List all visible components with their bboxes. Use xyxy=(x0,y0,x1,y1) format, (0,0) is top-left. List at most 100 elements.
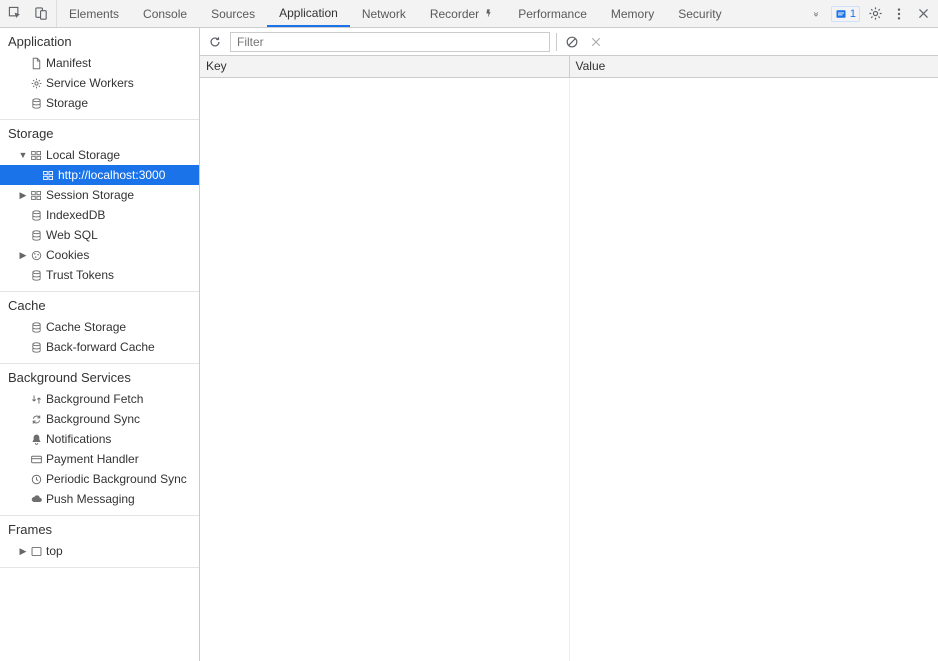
section-title: Background Services xyxy=(0,364,199,389)
tree-item[interactable]: Manifest xyxy=(0,53,199,73)
tab-recorder[interactable]: Recorder xyxy=(418,0,506,27)
device-toggle-icon[interactable] xyxy=(32,5,50,23)
toolbar-separator xyxy=(556,33,557,51)
section-title: Frames xyxy=(0,516,199,541)
db-icon xyxy=(28,229,44,242)
grid-icon xyxy=(40,169,56,182)
tree-item-label: Trust Tokens xyxy=(44,268,114,282)
column-key[interactable]: Key xyxy=(200,56,569,77)
tab-performance[interactable]: Performance xyxy=(506,0,599,27)
tree-item[interactable]: Payment Handler xyxy=(0,449,199,469)
close-devtools-icon[interactable] xyxy=(914,5,932,23)
tree-item[interactable]: Storage xyxy=(0,93,199,113)
storage-content: Key Value xyxy=(200,28,938,661)
tree-item-label: Periodic Background Sync xyxy=(44,472,187,486)
tree-item-label: Push Messaging xyxy=(44,492,135,506)
tree-item[interactable]: Push Messaging xyxy=(0,489,199,509)
tree-item[interactable]: Background Fetch xyxy=(0,389,199,409)
tree-item[interactable]: Periodic Background Sync xyxy=(0,469,199,489)
tab-application[interactable]: Application xyxy=(267,0,350,27)
card-icon xyxy=(28,453,44,466)
section-title: Cache xyxy=(0,292,199,317)
content-toolbar xyxy=(200,28,938,56)
fetch-icon xyxy=(28,393,44,406)
tab-security[interactable]: Security xyxy=(666,0,733,27)
tree-item-label: Background Sync xyxy=(44,412,140,426)
section-title: Storage xyxy=(0,120,199,145)
file-icon xyxy=(28,57,44,70)
db-icon xyxy=(28,341,44,354)
cloud-icon xyxy=(28,493,44,506)
db-icon xyxy=(28,321,44,334)
bell-icon xyxy=(28,433,44,446)
tab-console[interactable]: Console xyxy=(131,0,199,27)
tree-item-label: Web SQL xyxy=(44,228,98,242)
tree-item[interactable]: Web SQL xyxy=(0,225,199,245)
filter-input[interactable] xyxy=(230,32,550,52)
tree-item-label: Service Workers xyxy=(44,76,134,90)
tree-item-label: Session Storage xyxy=(44,188,134,202)
tab-network[interactable]: Network xyxy=(350,0,418,27)
column-value[interactable]: Value xyxy=(569,56,938,77)
tree-item-label: Back-forward Cache xyxy=(44,340,155,354)
db-icon xyxy=(28,209,44,222)
db-icon xyxy=(28,269,44,282)
table-col-key xyxy=(200,78,569,661)
clock-icon xyxy=(28,473,44,486)
tree-item[interactable]: ▶ Cookies xyxy=(0,245,199,265)
grid-icon xyxy=(28,189,44,202)
tree-item-label: Cache Storage xyxy=(44,320,126,334)
tree-item-label: Storage xyxy=(44,96,88,110)
issues-count: 1 xyxy=(850,8,856,20)
cookie-icon xyxy=(28,249,44,262)
disclosure-arrow-icon[interactable]: ▶ xyxy=(18,546,28,557)
refresh-icon[interactable] xyxy=(206,33,224,51)
tree-item[interactable]: Background Sync xyxy=(0,409,199,429)
tree-item[interactable]: ▶ top xyxy=(0,541,199,561)
disclosure-arrow-icon[interactable]: ▶ xyxy=(18,250,28,261)
tree-item[interactable]: Cache Storage xyxy=(0,317,199,337)
table-col-value xyxy=(569,78,938,661)
tabs-overflow-icon[interactable] xyxy=(807,5,825,23)
tree-item-label: Manifest xyxy=(44,56,91,70)
tree-item-label: Cookies xyxy=(44,248,89,262)
clear-all-icon[interactable] xyxy=(563,33,581,51)
tree-item-label: Local Storage xyxy=(44,148,120,162)
tree-item-label: Background Fetch xyxy=(44,392,143,406)
tab-sources[interactable]: Sources xyxy=(199,0,267,27)
tabbar-lead xyxy=(0,0,57,27)
settings-icon[interactable] xyxy=(866,5,884,23)
tree-item[interactable]: Back-forward Cache xyxy=(0,337,199,357)
table-header: Key Value xyxy=(200,56,938,78)
sync-icon xyxy=(28,413,44,426)
tree-item[interactable]: Notifications xyxy=(0,429,199,449)
issues-badge[interactable]: 1 xyxy=(831,6,860,22)
application-sidebar: Application Manifest Service Workers Storag… xyxy=(0,28,200,661)
tree-item[interactable]: ▼ Local Storage xyxy=(0,145,199,165)
tree-item[interactable]: ▶ Session Storage xyxy=(0,185,199,205)
inspect-element-icon[interactable] xyxy=(6,5,24,23)
disclosure-arrow-icon[interactable]: ▼ xyxy=(18,150,28,160)
section-title: Application xyxy=(0,28,199,53)
tab-elements[interactable]: Elements xyxy=(57,0,131,27)
frame-icon xyxy=(28,545,44,558)
tree-item[interactable]: Service Workers xyxy=(0,73,199,93)
tree-item-label: Notifications xyxy=(44,432,111,446)
tab-memory[interactable]: Memory xyxy=(599,0,666,27)
grid-icon xyxy=(28,149,44,162)
tree-item[interactable]: Trust Tokens xyxy=(0,265,199,285)
more-menu-icon[interactable] xyxy=(890,5,908,23)
table-body xyxy=(200,78,938,661)
tree-item-label: Payment Handler xyxy=(44,452,139,466)
tree-item-label: http://localhost:3000 xyxy=(56,168,165,182)
tree-item[interactable]: IndexedDB xyxy=(0,205,199,225)
gear-icon xyxy=(28,77,44,90)
delete-selected-icon[interactable] xyxy=(587,33,605,51)
devtools-tabbar: ElementsConsoleSourcesApplicationNetwork… xyxy=(0,0,938,28)
disclosure-arrow-icon[interactable]: ▶ xyxy=(18,190,28,201)
db-icon xyxy=(28,97,44,110)
preview-feature-icon xyxy=(483,8,494,19)
tree-item[interactable]: http://localhost:3000 xyxy=(0,165,199,185)
tree-item-label: IndexedDB xyxy=(44,208,105,222)
tree-item-label: top xyxy=(44,544,63,558)
